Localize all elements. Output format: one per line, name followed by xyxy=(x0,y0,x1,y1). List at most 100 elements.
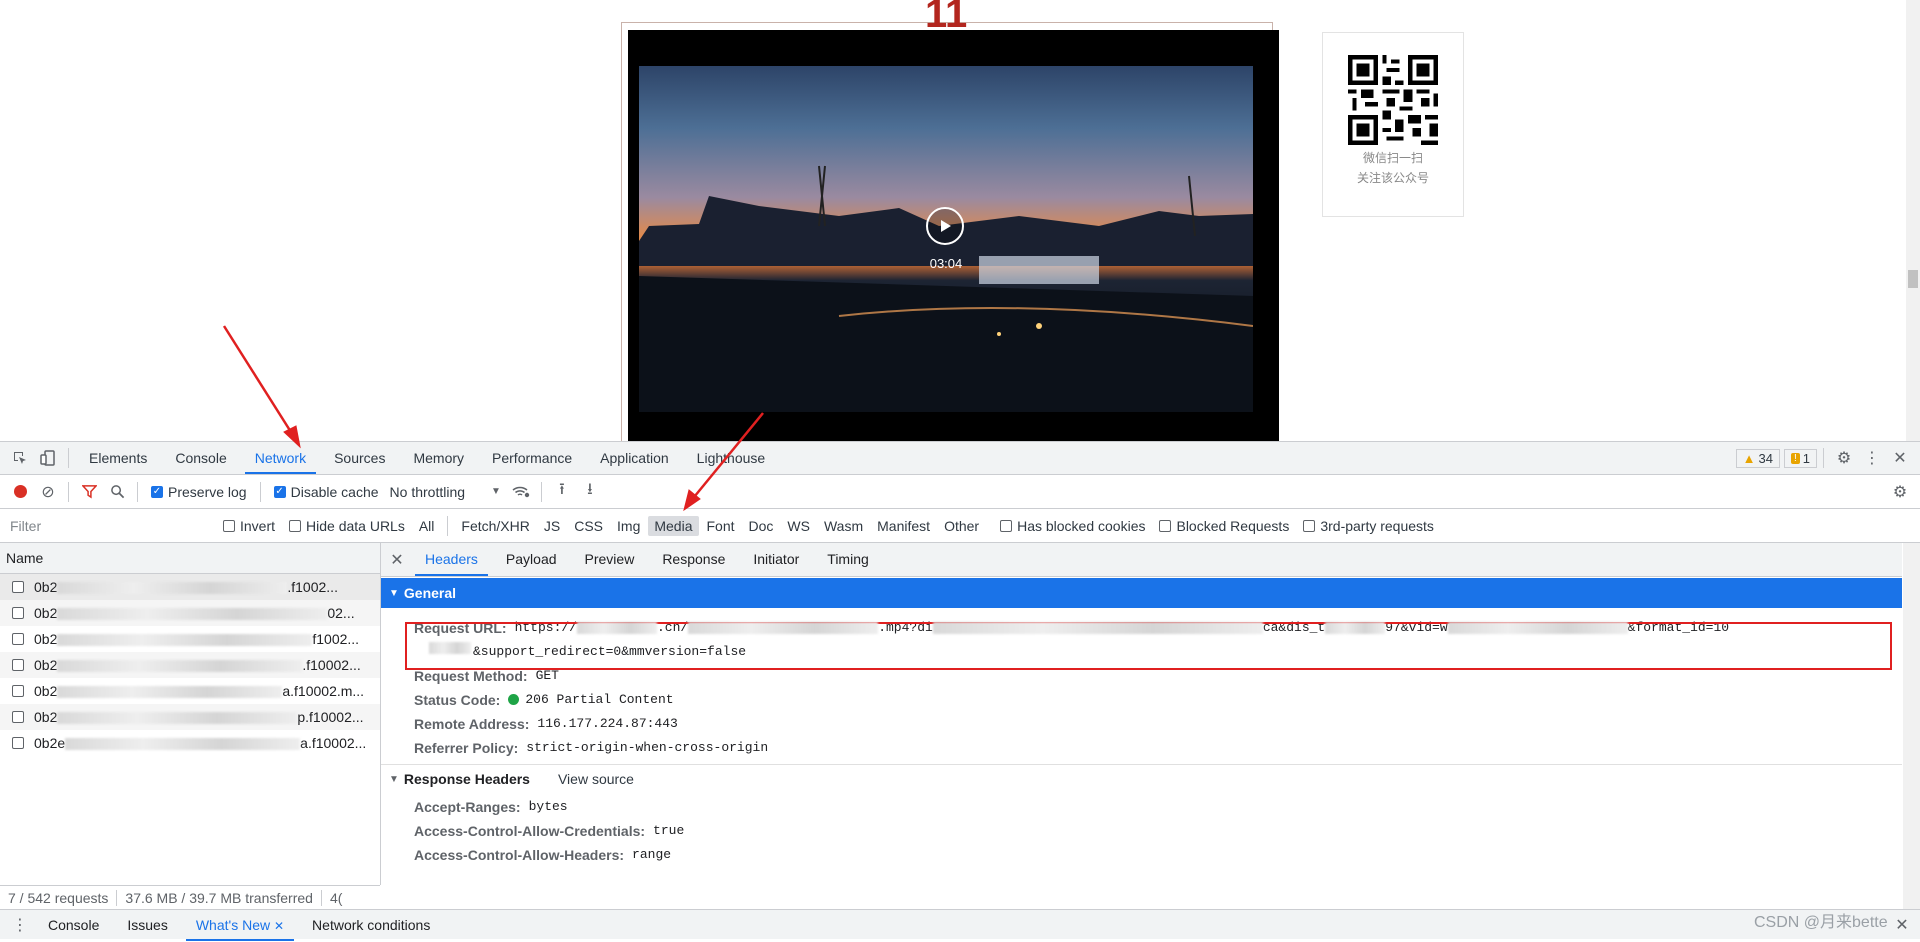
request-row[interactable]: 0b2 f1002... xyxy=(0,626,380,652)
search-icon[interactable] xyxy=(103,478,131,506)
filter-bar: Filter Invert Hide data URLs All Fetch/X… xyxy=(0,509,1920,543)
disable-cache-checkbox[interactable]: ✓ Disable cache xyxy=(273,483,379,500)
name-column-header[interactable]: Name xyxy=(0,543,380,574)
request-row[interactable]: 0b2 p.f10002... xyxy=(0,704,380,730)
type-filter-fetch-xhr[interactable]: Fetch/XHR xyxy=(455,516,535,536)
tab-timing[interactable]: Timing xyxy=(813,543,883,576)
request-row[interactable]: 0b2e a.f10002... xyxy=(0,730,380,756)
filter-input[interactable]: Filter xyxy=(6,515,210,537)
tab-sources[interactable]: Sources xyxy=(320,442,399,474)
view-source-link[interactable]: View source xyxy=(558,771,634,787)
drawer-tab-console[interactable]: Console xyxy=(34,909,113,941)
accept-ranges-value[interactable]: bytes xyxy=(529,797,568,817)
drawer-tab-issues[interactable]: Issues xyxy=(113,909,181,941)
page-scrollbar-thumb[interactable] xyxy=(1908,270,1918,288)
type-filter-doc[interactable]: Doc xyxy=(743,516,780,536)
tab-performance[interactable]: Performance xyxy=(478,442,586,474)
request-name-start: 0b2 xyxy=(34,579,58,595)
type-filter-img[interactable]: Img xyxy=(611,516,646,536)
tab-elements[interactable]: Elements xyxy=(75,442,161,474)
dropdown-arrow-icon: ▼ xyxy=(491,486,501,497)
issue-icon: ! xyxy=(1790,452,1800,464)
filter-funnel-icon[interactable] xyxy=(75,478,103,506)
request-name-start: 0b2 xyxy=(34,605,58,621)
web-page: 11 03:04 微信扫一扫 关注该公众号 xyxy=(0,0,1920,441)
request-detail-pane: ✕ Headers Payload Preview Response Initi… xyxy=(381,543,1902,909)
blocked-requests-checkbox[interactable]: Blocked Requests xyxy=(1159,518,1289,534)
tab-lighthouse[interactable]: Lighthouse xyxy=(683,442,780,474)
type-filter-ws[interactable]: WS xyxy=(781,516,816,536)
tab-application[interactable]: Application xyxy=(586,442,683,474)
request-row[interactable]: 0b2 a.f10002.m... xyxy=(0,678,380,704)
drawer-menu-icon[interactable]: ⋮ xyxy=(6,911,34,939)
general-section-header[interactable]: ▼ General xyxy=(381,578,1902,608)
more-options-icon[interactable]: ⋮ xyxy=(1858,444,1886,472)
tab-preview[interactable]: Preview xyxy=(571,543,649,576)
network-settings-gear-icon[interactable]: ⚙ xyxy=(1886,478,1914,506)
detail-tab-bar: ✕ Headers Payload Preview Response Initi… xyxy=(381,543,1902,577)
acah-value[interactable]: range xyxy=(632,845,671,865)
acac-label: Access-Control-Allow-Credentials: xyxy=(414,823,646,839)
issues-badge[interactable]: ! 1 xyxy=(1783,448,1817,468)
close-drawer-icon[interactable]: ✕ xyxy=(1888,911,1916,939)
export-har-icon[interactable]: ⭳ xyxy=(576,478,604,506)
acac-value[interactable]: true xyxy=(653,821,684,841)
type-filter-font[interactable]: Font xyxy=(701,516,741,536)
remote-address-label: Remote Address: xyxy=(414,716,530,732)
third-party-requests-checkbox[interactable]: 3rd-party requests xyxy=(1303,518,1434,534)
remote-address-value[interactable]: 116.177.224.87:443 xyxy=(537,714,677,734)
response-headers-section-header[interactable]: ▼ Response Headers View source xyxy=(381,764,1902,793)
tab-initiator[interactable]: Initiator xyxy=(739,543,813,576)
type-filter-css[interactable]: CSS xyxy=(568,516,609,536)
record-button[interactable] xyxy=(6,478,34,506)
record-icon xyxy=(13,485,27,498)
disable-cache-label: Disable cache xyxy=(290,483,379,500)
clear-icon[interactable]: ⊘ xyxy=(34,478,62,506)
network-status-bar: 7 / 542 requests 37.6 MB / 39.7 MB trans… xyxy=(0,885,380,910)
invert-checkbox[interactable]: Invert xyxy=(223,518,275,534)
tab-response[interactable]: Response xyxy=(648,543,739,576)
resources-size: 4( xyxy=(329,890,343,906)
request-name-end: a.f10002.m... xyxy=(282,683,365,699)
warnings-badge[interactable]: ▲ 34 xyxy=(1735,448,1780,468)
close-detail-icon[interactable]: ✕ xyxy=(383,546,411,574)
settings-gear-icon[interactable]: ⚙ xyxy=(1830,444,1858,472)
page-scrollbar[interactable] xyxy=(1906,0,1920,441)
referrer-policy-value[interactable]: strict-origin-when-cross-origin xyxy=(526,738,768,758)
type-filter-wasm[interactable]: Wasm xyxy=(818,516,869,536)
throttling-select[interactable]: No throttling ▼ xyxy=(390,484,501,500)
request-row[interactable]: 0b2 02... xyxy=(0,600,380,626)
remote-address-row: Remote Address: 116.177.224.87:443 xyxy=(381,714,1902,734)
request-name-end: .f10002... xyxy=(302,657,361,673)
tab-console[interactable]: Console xyxy=(161,442,240,474)
close-tab-icon[interactable]: ✕ xyxy=(274,919,284,933)
type-filter-all[interactable]: All xyxy=(413,516,441,536)
preserve-log-checkbox[interactable]: ✓ Preserve log xyxy=(151,484,247,500)
tab-headers[interactable]: Headers xyxy=(411,543,492,576)
request-row[interactable]: 0b2 .f1002... xyxy=(0,574,380,600)
import-har-icon[interactable]: ⭱ xyxy=(548,478,576,506)
request-row[interactable]: 0b2 .f10002... xyxy=(0,652,380,678)
drawer-tab-whats-new[interactable]: What's New ✕ xyxy=(182,909,298,941)
tab-payload[interactable]: Payload xyxy=(492,543,571,576)
close-devtools-icon[interactable]: ✕ xyxy=(1886,444,1914,472)
type-filter-js[interactable]: JS xyxy=(538,516,566,536)
drawer-tab-network-conditions[interactable]: Network conditions xyxy=(298,909,444,941)
type-filter-media[interactable]: Media xyxy=(648,515,699,536)
hide-data-urls-checkbox[interactable]: Hide data URLs xyxy=(289,518,405,534)
inspect-element-icon[interactable] xyxy=(6,444,34,472)
accept-ranges-row: Accept-Ranges: bytes xyxy=(381,797,1902,817)
devtools-panel: Elements Console Network Sources Memory … xyxy=(0,441,1920,941)
network-conditions-icon[interactable] xyxy=(507,478,535,506)
type-filter-manifest[interactable]: Manifest xyxy=(871,516,936,536)
type-filter-other[interactable]: Other xyxy=(938,516,985,536)
has-blocked-cookies-checkbox[interactable]: Has blocked cookies xyxy=(1000,518,1145,534)
tab-network[interactable]: Network xyxy=(241,442,320,474)
third-party-requests-label: 3rd-party requests xyxy=(1320,517,1434,534)
play-button[interactable] xyxy=(926,207,964,245)
status-code-row: Status Code: 206 Partial Content xyxy=(381,690,1902,710)
detail-scrollbar[interactable] xyxy=(1903,543,1920,909)
status-code-value[interactable]: 206 Partial Content xyxy=(525,692,673,707)
tab-memory[interactable]: Memory xyxy=(399,442,478,474)
device-toolbar-icon[interactable] xyxy=(34,444,62,472)
